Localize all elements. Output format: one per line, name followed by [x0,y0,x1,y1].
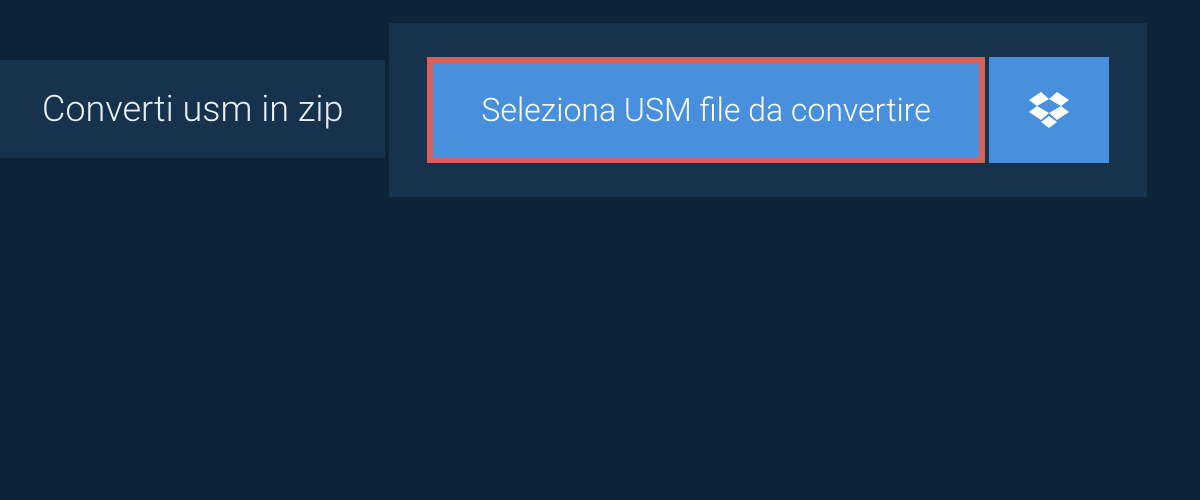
dropbox-button[interactable] [989,57,1109,163]
dropbox-icon [1029,90,1069,130]
page-title-tab: Converti usm in zip [0,60,385,158]
page-title: Converti usm in zip [42,88,343,130]
button-row: Seleziona USM file da convertire [427,57,1108,163]
action-panel: Seleziona USM file da convertire [389,23,1146,197]
select-file-label: Seleziona USM file da convertire [481,91,930,129]
select-file-button[interactable]: Seleziona USM file da convertire [427,57,984,163]
